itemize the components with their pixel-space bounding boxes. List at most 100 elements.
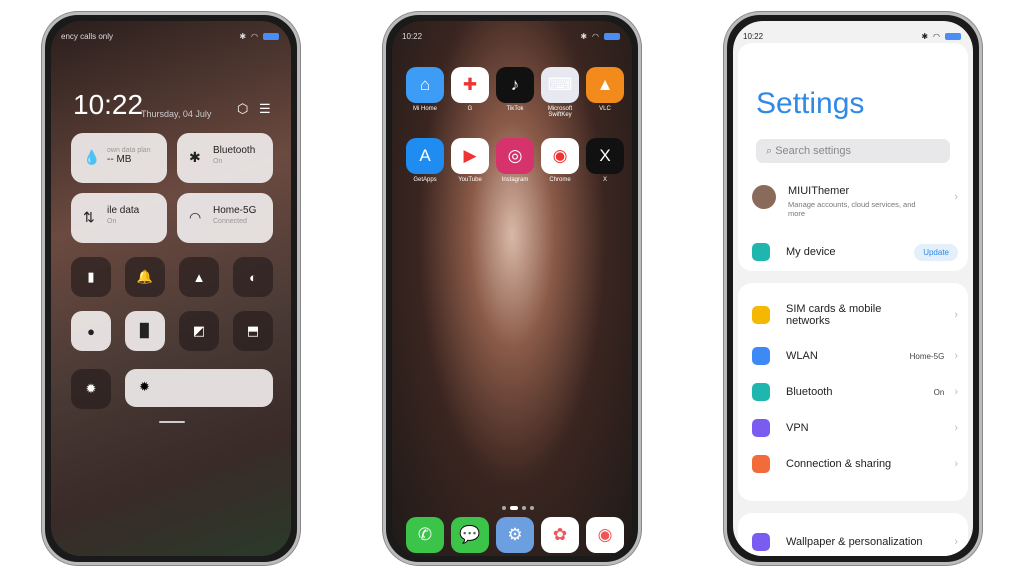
update-badge[interactable]: Update bbox=[914, 243, 958, 261]
page-indicator[interactable] bbox=[502, 506, 534, 510]
row-label: My device bbox=[786, 246, 836, 258]
dock-app-camera[interactable]: ◉ bbox=[586, 517, 624, 556]
app-icon[interactable]: ⌨ Microsoft SwiftKey bbox=[541, 67, 579, 118]
edit-menu-icon[interactable]: ☰ bbox=[259, 101, 271, 117]
status-bar: 10:22 ✱ ◠ bbox=[743, 29, 961, 43]
account-row[interactable]: MIUIThemer Manage accounts, cloud service… bbox=[752, 185, 958, 218]
airplane-toggle[interactable]: ▲ bbox=[179, 257, 219, 297]
app-glyph-icon: ♪ bbox=[496, 67, 534, 103]
search-input[interactable]: ⌕ Search settings bbox=[756, 139, 950, 163]
mobile-data-tile[interactable]: ⇅ ile data On bbox=[71, 193, 167, 243]
screen-cast-toggle[interactable]: ⬒ bbox=[233, 311, 273, 351]
dock-app-messages[interactable]: 💬 bbox=[451, 517, 489, 556]
bluetooth-tile[interactable]: ✱ Bluetooth On bbox=[177, 133, 273, 183]
row-label: VPN bbox=[786, 422, 809, 434]
dnd-toggle[interactable]: ◐ bbox=[233, 257, 273, 297]
app-icon[interactable]: ▲ VLC bbox=[586, 67, 624, 112]
app-icon[interactable]: ▶ YouTube bbox=[451, 138, 489, 183]
app-label: TikTok bbox=[506, 106, 524, 112]
clock: 10:22 bbox=[73, 89, 144, 120]
my-device-row[interactable]: My device Update bbox=[752, 243, 958, 261]
wifi-icon: ◠ bbox=[251, 31, 258, 41]
app-icon[interactable]: ♪ TikTok bbox=[496, 67, 534, 112]
app-icon[interactable]: XX bbox=[586, 138, 624, 183]
app-glyph-icon: A bbox=[406, 138, 444, 174]
silent-toggle[interactable]: 🔔 bbox=[125, 257, 165, 297]
data-plan-tile[interactable]: 💧 own data plan -- MB bbox=[71, 133, 167, 183]
app-icon[interactable]: ✚ G bbox=[451, 67, 489, 112]
app-glyph-icon: ◉ bbox=[586, 517, 624, 553]
account-desc: Manage accounts, cloud services, and mor… bbox=[788, 200, 916, 218]
settings-item[interactable]: Bluetooth On › bbox=[752, 383, 958, 401]
row-label: Bluetooth bbox=[786, 386, 833, 398]
settings-bottom-card: Wallpaper & personalization › bbox=[738, 513, 968, 556]
location-toggle[interactable]: ● bbox=[71, 311, 111, 351]
search-icon: ⌕ bbox=[766, 145, 776, 157]
app-glyph-icon: ✿ bbox=[541, 517, 579, 553]
app-label: Chrome bbox=[549, 177, 571, 183]
search-placeholder: Search settings bbox=[775, 145, 852, 157]
settings-icon[interactable]: ⬡ bbox=[237, 101, 248, 117]
app-label: Microsoft SwiftKey bbox=[547, 106, 573, 118]
settings-top-card: Settings ⌕ Search settings MIUIThemer Man… bbox=[738, 43, 968, 271]
avatar bbox=[752, 185, 776, 209]
tile-title: Bluetooth bbox=[213, 145, 256, 156]
page-title: Settings bbox=[756, 87, 865, 120]
lock-screen-toggle[interactable]: ▉ bbox=[125, 311, 165, 351]
settings-item[interactable]: SIM cards & mobile networks › bbox=[752, 303, 958, 327]
app-label: Instagram bbox=[501, 177, 529, 183]
app-label: GetApps bbox=[413, 177, 437, 183]
item-icon bbox=[752, 306, 770, 324]
row-value: Home-5G bbox=[909, 351, 945, 361]
app-icon[interactable]: ◎ Instagram bbox=[496, 138, 534, 183]
wifi-icon: ◠ bbox=[189, 209, 202, 225]
item-icon bbox=[752, 347, 770, 365]
app-glyph-icon: ⚙ bbox=[496, 517, 534, 553]
bluetooth-icon: ✱ bbox=[921, 31, 929, 41]
flashlight-toggle[interactable]: ▮ bbox=[71, 257, 111, 297]
app-icon[interactable]: A GetApps bbox=[406, 138, 444, 183]
wifi-tile[interactable]: ◠ Home-5G Connected bbox=[177, 193, 273, 243]
row-label: SIM cards & mobile networks bbox=[786, 303, 882, 327]
app-icon[interactable]: ◉ Chrome bbox=[541, 138, 579, 183]
tile-title: Home-5G bbox=[213, 205, 257, 216]
brightness-slider[interactable]: ✹ bbox=[125, 369, 273, 407]
screenshot-toggle[interactable]: ◩ bbox=[179, 311, 219, 351]
chevron-right-icon: › bbox=[954, 422, 958, 434]
row-label: Wallpaper & personalization bbox=[786, 536, 923, 548]
tile-title: ile data bbox=[107, 205, 140, 216]
device-icon bbox=[752, 243, 770, 261]
battery-icon bbox=[263, 32, 279, 40]
date: Thursday, 04 July bbox=[141, 109, 212, 119]
handle-bar[interactable] bbox=[159, 421, 185, 423]
auto-brightness-toggle[interactable]: ✹ bbox=[71, 369, 111, 409]
app-glyph-icon: ▲ bbox=[586, 67, 624, 103]
app-glyph-icon: ◎ bbox=[496, 138, 534, 174]
dock-app-gallery[interactable]: ✿ bbox=[541, 517, 579, 556]
app-glyph-icon: ⌨ bbox=[541, 67, 579, 103]
settings-item[interactable]: VPN › bbox=[752, 419, 958, 437]
item-icon bbox=[752, 455, 770, 473]
battery-icon bbox=[604, 32, 620, 40]
tile-sub: On bbox=[107, 218, 117, 225]
bluetooth-icon: ✱ bbox=[580, 31, 588, 41]
settings-item[interactable]: WLAN Home-5G › bbox=[752, 347, 958, 365]
dock-app-settings[interactable]: ⚙ bbox=[496, 517, 534, 556]
status-time: 10:22 bbox=[743, 31, 764, 41]
dock-app-phone[interactable]: ✆ bbox=[406, 517, 444, 556]
settings-item[interactable]: Connection & sharing › bbox=[752, 455, 958, 473]
status-text: ency calls only bbox=[61, 31, 114, 41]
app-glyph-icon: ⌂ bbox=[406, 67, 444, 103]
data-arrows-icon: ⇅ bbox=[83, 209, 95, 225]
app-icon[interactable]: ⌂ Mi Home bbox=[406, 67, 444, 112]
status-bar: 10:22 ✱ ◠ bbox=[402, 29, 620, 43]
tile-sub: Connected bbox=[213, 218, 247, 225]
chevron-right-icon: › bbox=[954, 458, 958, 470]
sun-icon: ✹ bbox=[139, 379, 150, 394]
chevron-right-icon: › bbox=[954, 386, 958, 398]
settings-item-wallpaper[interactable]: Wallpaper & personalization › bbox=[752, 533, 958, 551]
app-label: G bbox=[467, 106, 473, 112]
app-label: YouTube bbox=[458, 177, 482, 183]
wifi-icon: ◠ bbox=[933, 31, 940, 41]
item-icon bbox=[752, 419, 770, 437]
